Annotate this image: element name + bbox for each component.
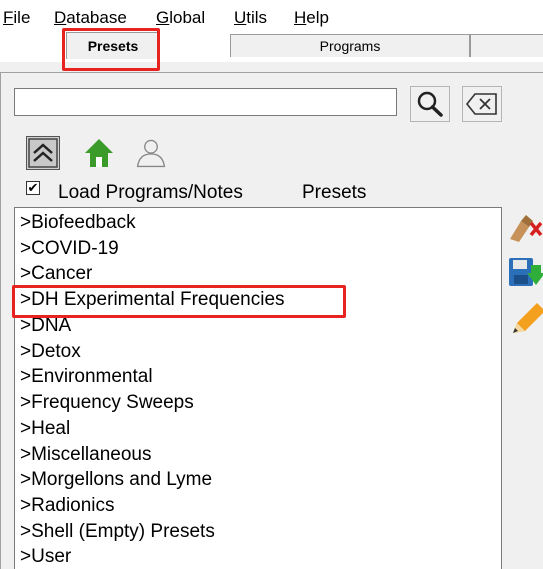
presets-list[interactable]: >Biofeedback >COVID-19 >Cancer >DH Exper… xyxy=(14,207,502,569)
list-item[interactable]: >Environmental xyxy=(20,366,153,388)
load-programs-checkbox[interactable]: ✔ xyxy=(26,181,40,195)
backspace-clear-icon xyxy=(465,93,497,115)
edit-button[interactable] xyxy=(507,300,543,336)
menu-file[interactable]: File xyxy=(3,8,30,28)
list-item[interactable]: >User xyxy=(20,546,71,568)
list-item[interactable]: >Shell (Empty) Presets xyxy=(20,521,215,543)
delete-icon xyxy=(510,215,543,242)
delete-button[interactable] xyxy=(507,208,543,244)
list-item[interactable]: >Cancer xyxy=(20,263,92,285)
list-item[interactable]: >Miscellaneous xyxy=(20,444,152,466)
list-item[interactable]: >DNA xyxy=(20,315,71,337)
list-item[interactable]: >COVID-19 xyxy=(20,238,119,260)
search-button[interactable] xyxy=(410,86,450,122)
tab-programs[interactable]: Programs xyxy=(230,34,470,57)
clear-search-button[interactable] xyxy=(462,86,502,122)
menu-database[interactable]: Database xyxy=(54,8,127,28)
tab-extra[interactable] xyxy=(470,34,543,57)
list-item[interactable]: >Radionics xyxy=(20,495,115,517)
menu-global[interactable]: Global xyxy=(156,8,205,28)
list-item[interactable]: >DH Experimental Frequencies xyxy=(20,289,285,311)
save-button[interactable] xyxy=(507,254,543,290)
section-label: Presets xyxy=(302,182,367,203)
load-programs-label: Load Programs/Notes xyxy=(58,182,243,203)
menu-utils[interactable]: Utils xyxy=(234,8,267,28)
search-input[interactable] xyxy=(14,88,397,116)
list-item[interactable]: >Frequency Sweeps xyxy=(20,392,194,414)
tab-strip: Presets Programs xyxy=(0,32,543,62)
up-level-button[interactable] xyxy=(26,136,60,170)
menu-help[interactable]: Help xyxy=(294,8,329,28)
user-outline-icon xyxy=(136,139,166,168)
list-item[interactable]: >Biofeedback xyxy=(20,212,136,234)
edit-pencil-icon xyxy=(513,303,543,333)
magnifier-icon xyxy=(417,91,443,117)
menu-bar: File Database Global Utils Help xyxy=(0,0,543,32)
list-item[interactable]: >Heal xyxy=(20,418,70,440)
tab-presets[interactable]: Presets xyxy=(66,32,160,59)
home-icon xyxy=(85,139,113,167)
save-download-icon xyxy=(509,258,543,286)
user-button[interactable] xyxy=(134,136,168,170)
home-button[interactable] xyxy=(82,136,116,170)
list-item[interactable]: >Morgellons and Lyme xyxy=(20,469,212,491)
list-item[interactable]: >Detox xyxy=(20,341,81,363)
up-arrow-icon xyxy=(28,138,58,168)
